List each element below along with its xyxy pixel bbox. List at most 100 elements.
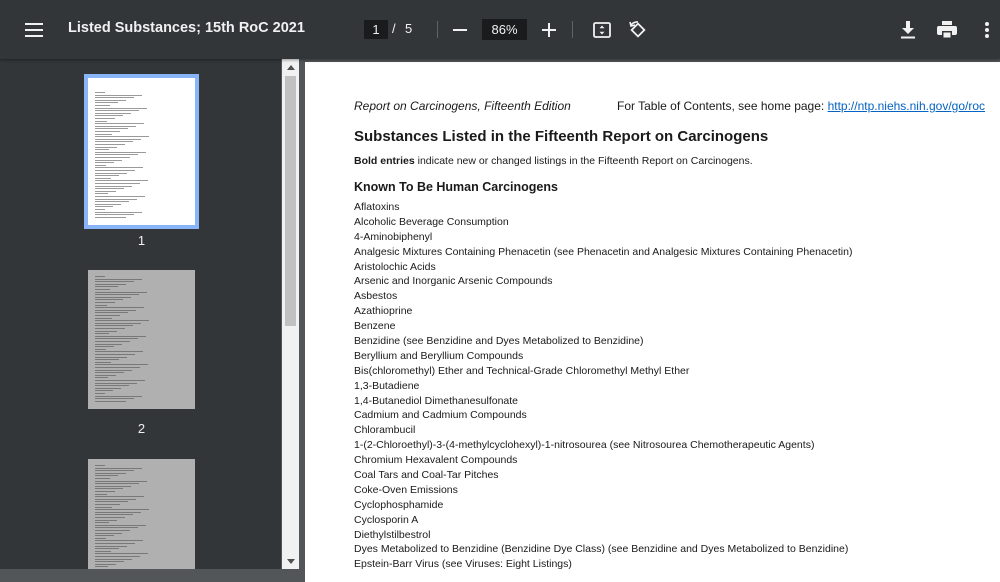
zoom-out-button[interactable]	[449, 18, 471, 42]
thumbnail-text-line	[95, 131, 120, 132]
list-item: Analgesic Mixtures Containing Phenacetin…	[354, 245, 853, 258]
page-thumbnail-1[interactable]	[84, 74, 199, 229]
list-item: Chlorambucil	[354, 424, 416, 437]
thumbnail-text-line	[95, 514, 133, 516]
thumbnail-text-line	[95, 157, 130, 158]
thumbnail-text-line	[95, 304, 107, 306]
menu-button[interactable]	[18, 16, 50, 44]
list-item: 1-(2-Chloroethyl)-3-(4-methylcyclohexyl)…	[354, 439, 815, 452]
download-button[interactable]	[895, 17, 921, 43]
thumbnail-text-line	[95, 146, 117, 148]
thumbnail-text-line	[95, 548, 119, 550]
thumbnail-text-line	[95, 532, 122, 534]
list-item: Cadmium and Cadmium Compounds	[354, 409, 527, 422]
thumbnail-text-line	[95, 527, 138, 529]
thumbnail-text-line	[95, 201, 129, 203]
list-item: Coke-Oven Emissions	[354, 483, 458, 496]
zoom-level-field[interactable]: 86%	[482, 19, 527, 40]
thumbnail-text-line	[95, 94, 142, 96]
toc-note: For Table of Contents, see home page: ht…	[617, 99, 985, 113]
thumbnail-text-line	[95, 485, 131, 487]
thumbnail-text-line	[95, 216, 126, 218]
thumbnail-text-line	[95, 545, 127, 547]
thumbnail-text-line	[95, 170, 135, 171]
thumbnail-text-line	[95, 566, 108, 568]
thumbnail-text-line	[95, 550, 111, 552]
thumbnail-text-line	[95, 112, 131, 114]
thumbnail-text-line	[95, 501, 128, 503]
thumbnail-label: 2	[137, 421, 146, 436]
thumbnail-text-line	[95, 299, 123, 301]
substance-list: Aflatoxins Alcoholic Beverage Consumption…	[354, 200, 852, 572]
section-heading: Known To Be Human Carcinogens	[354, 180, 558, 194]
thumbnail-text-line	[95, 102, 118, 104]
zoom-in-button[interactable]	[538, 18, 560, 42]
thumbnail-text-line	[95, 556, 140, 557]
thumbnail-text-line	[95, 537, 106, 539]
list-item: Alcoholic Beverage Consumption	[354, 215, 509, 228]
thumbnail-text-line	[95, 504, 120, 505]
thumbnail-text-line	[95, 128, 128, 130]
thumbnail-text-line	[95, 498, 136, 500]
thumbnail-text-line	[95, 374, 116, 376]
legend-bold-text: Bold entries	[354, 155, 415, 167]
thumbnail-text-line	[95, 395, 142, 397]
thumbnail-text-line	[95, 309, 136, 311]
thumbnail-text-line	[95, 398, 134, 400]
thumbnail-text-line	[95, 138, 141, 140]
list-item: Epstein-Barr Virus (see Viruses: Eight L…	[354, 558, 572, 571]
thumbnail-text-line	[95, 475, 118, 477]
thumbnail-text-line	[95, 206, 113, 208]
list-item: Bis(chloromethyl) Ether and Technical-Gr…	[354, 364, 690, 377]
page-separator: /	[392, 21, 396, 36]
thumbnail-text-line	[95, 511, 141, 513]
thumbnail-text-line	[95, 281, 134, 283]
thumbnail-text-line	[95, 390, 113, 392]
fit-to-page-button[interactable]	[589, 17, 615, 43]
page-thumbnail-2[interactable]	[88, 270, 195, 409]
thumbnail-text-line	[95, 364, 148, 366]
thumbnail-text-line	[95, 517, 125, 518]
thumbnail-text-line	[95, 154, 138, 156]
thumbnail-text-line	[95, 393, 105, 394]
rotate-icon	[629, 21, 646, 38]
list-item: Aflatoxins	[354, 201, 400, 213]
more-vert-icon	[985, 22, 989, 38]
rotate-button[interactable]	[625, 17, 651, 43]
thumbnail-text-line	[95, 110, 139, 112]
thumbnail-text-line	[95, 123, 144, 125]
thumbnail-text-line	[95, 387, 121, 389]
thumbnail-text-line	[95, 333, 109, 335]
thumbnail-text-line	[95, 196, 145, 197]
scroll-up-button[interactable]	[282, 59, 299, 75]
thumbnail-text-line	[95, 97, 134, 99]
more-actions-button[interactable]	[974, 17, 1000, 43]
list-item: Coal Tars and Coal-Tar Pitches	[354, 469, 499, 482]
thumbnail-text-line	[95, 509, 149, 511]
page-number-input[interactable]	[364, 20, 388, 39]
sidebar-scrollbar[interactable]	[282, 59, 299, 569]
running-head: Report on Carcinogens, Fifteenth Edition	[354, 99, 571, 113]
thumbnail-text-line	[95, 167, 143, 169]
thumbnail-text-line	[95, 385, 129, 387]
thumbnail-text-line	[95, 164, 106, 166]
thumbnail-text-line	[95, 144, 125, 145]
list-item: Aristolochic Acids	[354, 260, 436, 273]
thumbnail-text-line	[95, 180, 148, 182]
page-total: 5	[405, 21, 413, 36]
pdf-page: Report on Carcinogens, Fifteenth Edition…	[305, 62, 1000, 582]
print-button[interactable]	[934, 17, 960, 43]
toc-link[interactable]: http://ntp.niehs.nih.gov/go/roc	[828, 99, 985, 113]
scrollbar-thumb[interactable]	[285, 76, 296, 326]
toolbar-divider	[437, 21, 438, 38]
page-thumbnail-3[interactable]	[88, 459, 195, 569]
thumbnail-text-line	[95, 330, 117, 332]
scroll-down-button[interactable]	[282, 553, 299, 569]
thumbnail-text-line	[95, 151, 146, 153]
print-icon	[937, 21, 957, 39]
thumbnail-text-line	[95, 563, 116, 565]
thumbnail-text-line	[95, 354, 135, 355]
thumbnail-text-line	[95, 493, 107, 495]
pdf-toolbar: Listed Substances; 15th RoC 2021 / 5 86%	[0, 0, 1000, 59]
thumbnail-text-line	[95, 524, 146, 526]
